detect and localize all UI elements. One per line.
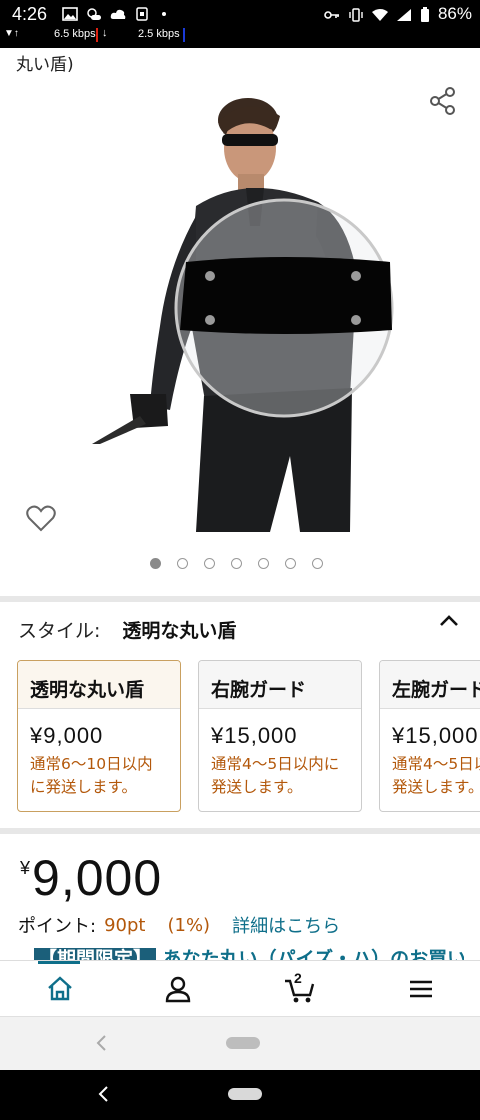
pagination-dot[interactable] <box>258 558 269 569</box>
section-divider <box>0 828 480 834</box>
download-arrow-icon: ↓ <box>102 27 108 39</box>
sim-icon <box>134 6 150 21</box>
pagination-dot[interactable] <box>204 558 215 569</box>
points-details-link[interactable]: 詳細はこちら <box>232 912 340 938</box>
style-selector-header: スタイル: 透明な丸い盾 <box>18 616 236 643</box>
promo-text: あなた丸い（パイズ・ハ）のお買い <box>162 948 464 960</box>
battery-icon <box>420 7 430 22</box>
wifi-icon <box>371 7 388 21</box>
system-back-icon[interactable] <box>94 1084 114 1104</box>
points-row: ポイント: 90pt (1%) 詳細はこちら <box>18 912 340 938</box>
style-option-shipping: 通常6～10日以内 に発送します。 <box>30 755 153 796</box>
active-tab-indicator <box>38 961 80 964</box>
style-option-price: ¥15,000 <box>211 723 298 748</box>
network-speed: ▼↑ 6.5 kbps ↓ 2.5 kbps <box>0 26 480 46</box>
section-divider <box>0 596 480 602</box>
weather-icon <box>86 6 102 20</box>
style-option-shipping: 通常4～5日以内に 発送します。 <box>211 755 340 796</box>
pagination-dot[interactable] <box>312 558 323 569</box>
cart-count-badge: 2 <box>294 970 302 986</box>
image-pagination <box>150 558 323 569</box>
price-block: ¥ 9,000 <box>20 848 162 908</box>
style-selected-value: 透明な丸い盾 <box>122 620 237 642</box>
cloud-icon <box>110 6 126 20</box>
system-home-pill[interactable] <box>228 1088 262 1100</box>
points-label: ポイント: <box>18 916 97 937</box>
system-nav-bar <box>0 1070 480 1120</box>
vibrate-icon <box>348 7 364 22</box>
style-option-card[interactable]: 右腕ガード ¥15,000 通常4～5日以内に 発送します。 <box>198 660 362 812</box>
style-option-card[interactable]: 透明な丸い盾 ¥9,000 通常6～10日以内 に発送します。 <box>17 660 181 812</box>
style-option-price: ¥15,000 <box>392 723 479 748</box>
product-title-tail: 丸い盾) <box>16 55 74 75</box>
style-option-name: 左腕ガード <box>380 661 480 709</box>
key-icon <box>324 7 340 21</box>
account-icon[interactable] <box>160 971 196 1007</box>
price-amount: 9,000 <box>32 850 163 906</box>
style-option-name: 透明な丸い盾 <box>18 661 180 709</box>
signal-icon <box>396 7 412 21</box>
promo-tag: 【期間限定】 <box>34 948 157 960</box>
more-dot-icon <box>158 6 174 20</box>
share-icon[interactable] <box>428 86 458 116</box>
menu-icon[interactable] <box>403 971 439 1007</box>
net-arrows-icon: ▼↑ <box>4 28 19 39</box>
status-right: 86% <box>324 4 472 24</box>
pagination-dot[interactable] <box>177 558 188 569</box>
style-label: スタイル: <box>18 620 101 642</box>
style-option-card[interactable]: 左腕ガード ¥15,000 通常4～5日以内に 発送します。 <box>379 660 480 812</box>
download-bar <box>183 28 185 42</box>
style-option-price: ¥9,000 <box>30 723 104 748</box>
points-percent: (1%) <box>167 914 211 936</box>
bottom-nav <box>0 960 480 1016</box>
browser-nav-bar <box>0 1016 480 1070</box>
upload-bar <box>96 28 98 42</box>
upload-speed: 6.5 kbps <box>54 28 96 40</box>
pagination-dot[interactable] <box>150 558 161 569</box>
gallery-icon <box>62 6 78 21</box>
back-chevron-icon[interactable] <box>92 1033 112 1053</box>
pagination-dot[interactable] <box>285 558 296 569</box>
style-option-shipping: 通常4～5日以内に 発送します。 <box>392 755 480 796</box>
home-pill[interactable] <box>226 1037 260 1049</box>
battery-percent: 86% <box>437 4 472 23</box>
notification-icons <box>62 6 174 21</box>
download-speed: 2.5 kbps <box>138 28 180 40</box>
price-currency: ¥ <box>20 858 31 878</box>
status-bar: 4:26 86% ▼↑ 6.5 kbps ↓ 2.5 kbps <box>0 0 480 48</box>
pagination-dot[interactable] <box>231 558 242 569</box>
style-option-name: 右腕ガード <box>199 661 361 709</box>
style-options: 透明な丸い盾 ¥9,000 通常6～10日以内 に発送します。 右腕ガード ¥1… <box>17 660 480 812</box>
product-image[interactable] <box>0 76 480 596</box>
points-value: 90pt <box>104 914 146 936</box>
wishlist-heart-icon[interactable] <box>26 504 56 532</box>
status-time: 4:26 <box>12 4 48 24</box>
promo-banner[interactable]: 【期間限定】 あなた丸い（パイズ・ハ）のお買い <box>34 946 464 960</box>
chevron-up-icon[interactable] <box>436 610 462 632</box>
home-icon[interactable] <box>42 971 78 1007</box>
